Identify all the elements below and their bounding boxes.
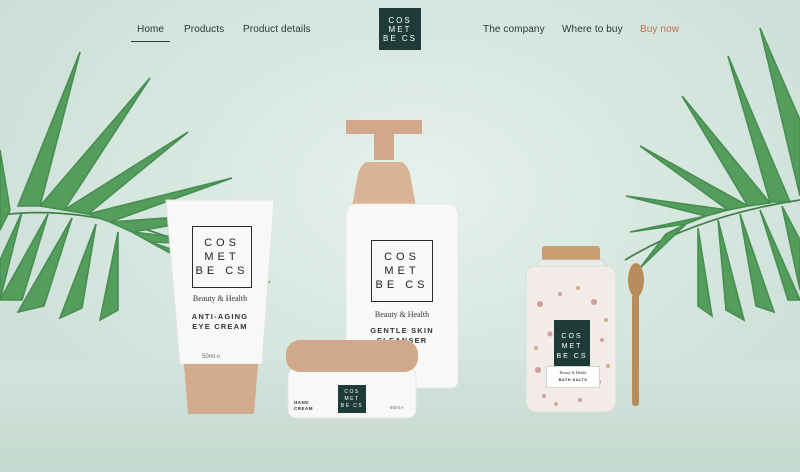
nav-products[interactable]: Products	[184, 24, 224, 35]
nav-buy-now[interactable]: Buy now	[640, 24, 679, 35]
salts-label: Beauty & Health BATH SALTS	[546, 366, 600, 388]
bottle-tagline: Beauty & Health	[374, 310, 430, 319]
hero-stage: Home Products Product details COS MET BE…	[0, 0, 800, 472]
eye-cream-tube: COS MET BE CS Beauty & Health ANTI-AGING…	[162, 196, 278, 420]
salts-tagline: Beauty & Health	[559, 370, 587, 375]
nav-the-company[interactable]: The company	[483, 24, 545, 35]
hand-cream-jar: COS MET BE CS HAND CREAM 50ml ℮	[286, 338, 418, 420]
salts-name: BATH SALTS	[558, 377, 588, 382]
bottle-name-line1: GENTLE SKIN	[370, 326, 434, 335]
tube-name-line1: ANTI-AGING	[191, 312, 249, 321]
brand-logo[interactable]: COS MET BE CS	[379, 8, 421, 50]
nav-where-to-buy[interactable]: Where to buy	[562, 24, 623, 35]
tube-tagline: Beauty & Health	[192, 294, 248, 303]
jar-volume: 50ml ℮	[390, 405, 404, 410]
jar-name-line2: CREAM	[294, 406, 313, 411]
bottle-brand-mark: COS MET BE CS	[371, 240, 433, 302]
logo-line-1: COS	[388, 15, 412, 25]
jar-brand-mark: COS MET BE CS	[338, 385, 366, 413]
logo-line-2: MET	[388, 24, 412, 34]
nav-home[interactable]: Home	[130, 24, 171, 42]
logo-line-3: BE CS	[382, 33, 417, 43]
tube-volume: 50ml ℮	[202, 354, 221, 360]
top-navigation: Home Products Product details COS MET BE…	[0, 0, 800, 60]
nav-product-details[interactable]: Product details	[243, 24, 311, 35]
tube-name-line2: EYE CREAM	[192, 322, 248, 331]
bath-salts-jar: COS MET BE CS Beauty & Health BATH SALTS	[520, 244, 656, 416]
jar-name-line1: HAND	[294, 400, 309, 405]
tube-brand-mark: COS MET BE CS	[192, 226, 252, 288]
